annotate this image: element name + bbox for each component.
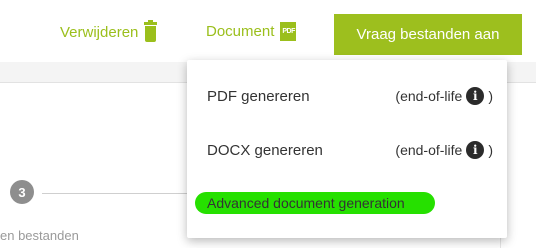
- step-connector: [42, 193, 192, 194]
- step-number-badge: 3: [10, 180, 34, 204]
- menu-item-pdf-generate[interactable]: PDF genereren (end-of-life i ): [207, 84, 493, 108]
- eol-text: (end-of-life: [395, 88, 463, 104]
- info-icon[interactable]: i: [466, 87, 485, 105]
- request-files-button[interactable]: Vraag bestanden aan: [334, 14, 522, 55]
- document-label: Document: [206, 23, 275, 40]
- pdf-icon: PDF: [280, 22, 297, 41]
- toolbar: Verwijderen Document PDF Vraag bestanden…: [0, 0, 536, 60]
- trash-icon: [144, 20, 158, 42]
- info-icon[interactable]: i: [466, 141, 485, 159]
- step-label: en bestanden: [0, 228, 79, 243]
- eol-text: (end-of-life: [395, 142, 463, 158]
- menu-item-docx-generate[interactable]: DOCX genereren (end-of-life i ): [207, 138, 493, 162]
- menu-item-label: DOCX genereren: [207, 141, 323, 159]
- delete-button[interactable]: Verwijderen: [60, 20, 158, 42]
- eol-close: ): [488, 88, 493, 104]
- document-dropdown-menu: PDF genereren (end-of-life i ) DOCX gene…: [187, 60, 507, 238]
- document-menu-button[interactable]: Document PDF: [206, 22, 297, 41]
- delete-label: Verwijderen: [60, 23, 139, 41]
- end-of-life-note: (end-of-life i ): [395, 87, 493, 105]
- menu-item-advanced-document-generation[interactable]: Advanced document generation: [195, 192, 435, 214]
- eol-close: ): [488, 142, 493, 158]
- end-of-life-note: (end-of-life i ): [395, 141, 493, 159]
- menu-item-label: PDF genereren: [207, 87, 310, 105]
